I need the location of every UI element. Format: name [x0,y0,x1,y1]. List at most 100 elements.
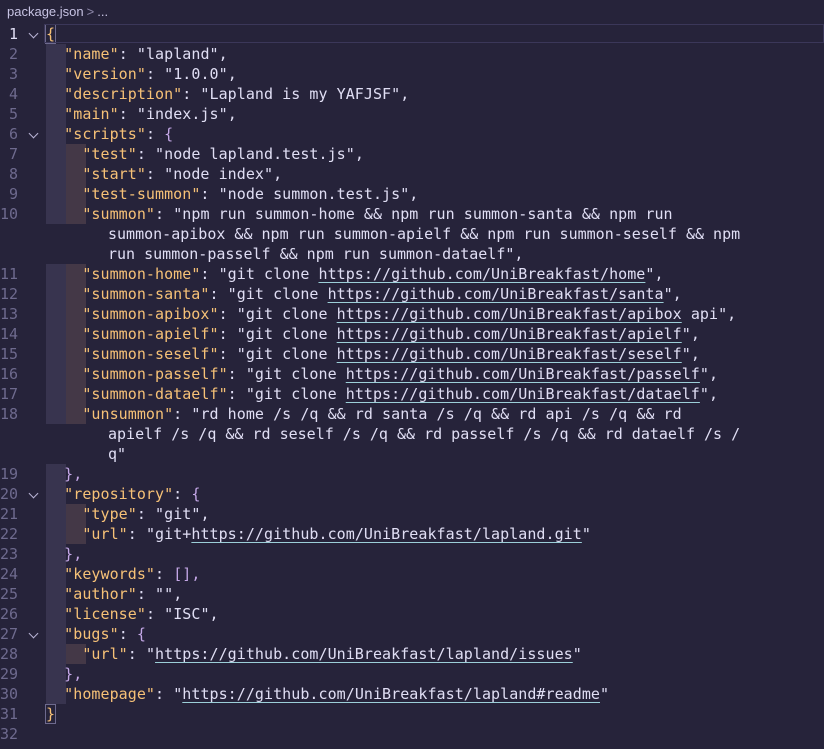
chevron-down-icon[interactable] [28,488,39,499]
line-number: 14 [0,325,19,343]
url-link[interactable]: https://github.com/UniBreakfast/santa [328,285,664,303]
code-line[interactable]: 8 "start": "node index", [0,164,824,184]
json-value: [], [173,565,201,583]
code-line[interactable]: 21 "type": "git", [0,504,824,524]
code-line[interactable]: 26 "license": "ISC", [0,604,824,624]
code-line[interactable]: 25 "author": "", [0,584,824,604]
line-number: 15 [0,345,19,363]
code-line[interactable]: 32 [0,724,824,744]
json-value: ISC [173,605,201,623]
breadcrumb-rest[interactable]: ... [97,4,108,19]
breadcrumb[interactable]: package.json >... [0,0,824,24]
code-line[interactable]: 4 "description": "Lapland is my YAFJSF", [0,84,824,104]
line-number: 26 [0,605,19,623]
json-value-continued: q [108,445,118,463]
line-number: 30 [0,685,19,703]
code-line[interactable]: 7 "test": "node lapland.test.js", [0,144,824,164]
url-link[interactable]: https://github.com/UniBreakfast/lapland#… [182,685,600,703]
json-key: test [91,145,128,163]
code-line[interactable]: 5 "main": "index.js", [0,104,824,124]
code-line[interactable]: 10 "summon": "npm run summon-home && npm… [0,204,824,224]
json-value: rd home /s /q && rd santa /s /q && rd ap… [200,405,682,423]
line-number: 17 [0,385,19,403]
json-value-continued: run summon-pasself && npm run summon-dat… [108,245,506,263]
code-line[interactable]: 20 "repository": { [0,484,824,504]
code-line[interactable]: 27 "bugs": { [0,624,824,644]
line-number: 4 [8,85,18,103]
code-line[interactable]: 29 }, [0,664,824,684]
code-line[interactable]: 19 }, [0,464,824,484]
code-line[interactable]: 31 } [0,704,824,724]
code-line[interactable]: 30 "homepage": "https://github.com/UniBr… [0,684,824,704]
json-key: summon-pasself [91,365,219,383]
code-line[interactable]: 17 "summon-dataelf": "git clone https://… [0,384,824,404]
code-line[interactable]: 9 "test-summon": "node summon.test.js", [0,184,824,204]
code-line[interactable]: 11 "summon-home": "git clone https://git… [0,264,824,284]
code-line[interactable]: 15 "summon-seself": "git clone https://g… [0,344,824,364]
code-line[interactable]: 13 "summon-apibox": "git clone https://g… [0,304,824,324]
url-link[interactable]: https://github.com/UniBreakfast/dataelf [346,385,700,403]
line-number: 21 [0,505,19,523]
code-line[interactable]: 16 "summon-pasself": "git clone https://… [0,364,824,384]
line-number: 7 [8,145,18,163]
line-number: 1 [8,25,18,43]
line-number: 27 [0,625,19,643]
json-key: summon [91,205,146,223]
json-key: summon-apielf [91,325,210,343]
code-line[interactable]: 24 "keywords": [], [0,564,824,584]
code-line[interactable]: 28 "url": "https://github.com/UniBreakfa… [0,644,824,664]
code-line[interactable]: 18 "unsummon": "rd home /s /q && rd sant… [0,404,824,424]
brace: }, [64,545,83,563]
code-line[interactable]: 3 "version": "1.0.0", [0,64,824,84]
code-line[interactable]: 2 "name": "lapland", [0,44,824,64]
breadcrumb-file[interactable]: package.json [7,4,84,19]
url-link[interactable]: https://github.com/UniBreakfast/lapland.… [191,525,581,543]
json-key: scripts [73,125,137,143]
line-number: 6 [8,125,18,143]
line-number: 13 [0,305,19,323]
code-editor[interactable]: 1 { 2 "name": "lapland", 3 "version": "1… [0,24,824,749]
json-key: url [91,525,119,543]
code-line[interactable]: 1 { [0,24,824,44]
chevron-down-icon[interactable] [28,128,39,139]
json-value: node lapland.test.js [164,145,346,163]
json-value: lapland [145,45,210,63]
json-value: index.js [145,105,219,123]
url-link[interactable]: https://github.com/UniBreakfast/seself [337,345,682,363]
json-key: main [73,105,110,123]
chevron-down-icon[interactable] [28,628,39,639]
json-value: node index [173,165,264,183]
code-line[interactable]: 22 "url": "git+https://github.com/UniBre… [0,524,824,544]
code-line-wrap[interactable]: q" [0,444,824,464]
breadcrumb-separator: > [86,4,95,19]
json-key: summon-seself [91,345,210,363]
line-number: 3 [8,65,18,83]
code-line[interactable]: 14 "summon-apielf": "git clone https://g… [0,324,824,344]
json-key: author [73,585,128,603]
code-line-wrap[interactable]: summon-apibox && npm run summon-apielf &… [0,224,824,244]
code-line-wrap[interactable]: run summon-pasself && npm run summon-dat… [0,244,824,264]
json-value-continued: apielf /s /q && rd seself /s /q && rd pa… [108,425,741,443]
json-value: Lapland is my YAFJSF [209,85,392,103]
code-line[interactable]: 23 }, [0,544,824,564]
line-number: 19 [0,465,19,483]
url-link[interactable]: https://github.com/UniBreakfast/lapland/… [155,645,573,663]
url-link[interactable]: https://github.com/UniBreakfast/apibox [337,305,682,323]
json-key: summon-apibox [91,305,210,323]
json-key: version [73,65,137,83]
url-link[interactable]: https://github.com/UniBreakfast/pasself [346,365,700,383]
line-number: 10 [0,205,19,223]
line-number: 16 [0,365,19,383]
line-number: 18 [0,405,19,423]
line-number: 31 [0,705,19,723]
line-number: 8 [8,165,18,183]
code-line[interactable]: 12 "summon-santa": "git clone https://gi… [0,284,824,304]
url-link[interactable]: https://github.com/UniBreakfast/apielf [337,325,682,343]
chevron-down-icon[interactable] [28,28,39,39]
json-key: bugs [73,625,110,643]
brace: { [44,24,57,44]
code-line-wrap[interactable]: apielf /s /q && rd seself /s /q && rd pa… [0,424,824,444]
code-line[interactable]: 6 "scripts": { [0,124,824,144]
json-value: npm run summon-home && npm run summon-sa… [182,205,673,223]
url-link[interactable]: https://github.com/UniBreakfast/home [318,265,645,283]
